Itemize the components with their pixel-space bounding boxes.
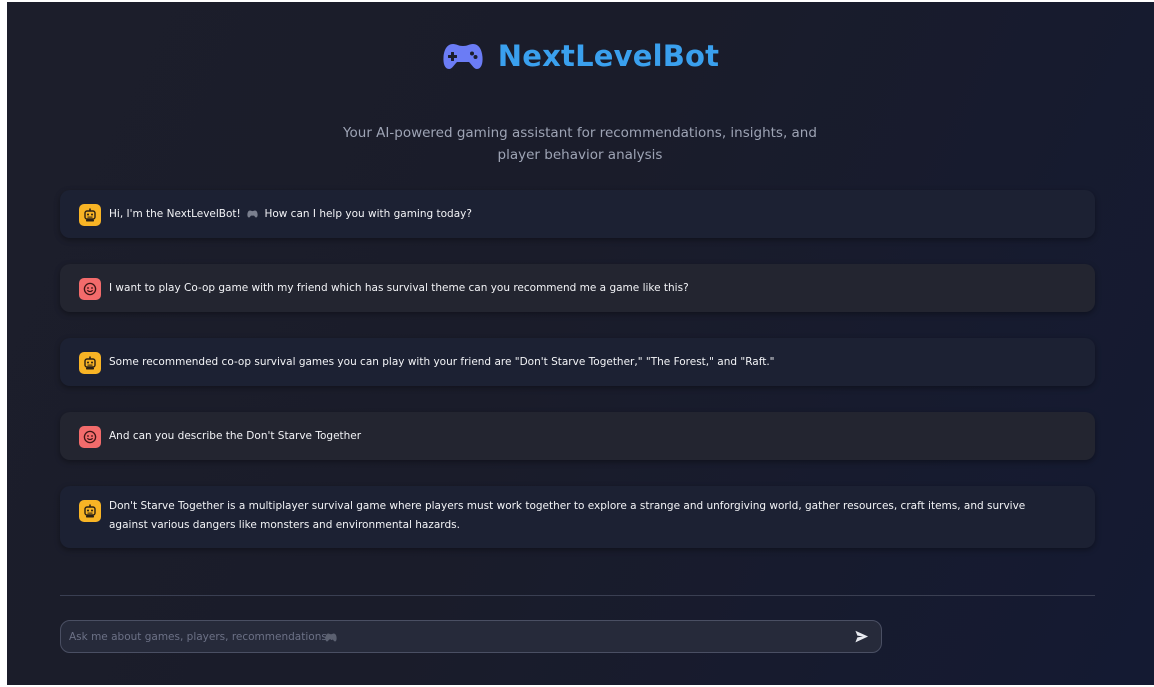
header: NextLevelBot: [7, 32, 1154, 80]
message-text: And can you describe the Don't Starve To…: [109, 430, 362, 442]
user-avatar: [79, 278, 101, 300]
robot-icon: [84, 208, 96, 222]
message-bot: Some recommended co-op survival games yo…: [60, 338, 1095, 386]
bot-avatar: [79, 500, 101, 522]
user-avatar: [79, 426, 101, 448]
chat-input-container: [60, 620, 882, 653]
divider: [60, 595, 1095, 596]
page-title: NextLevelBot: [497, 39, 720, 73]
send-icon: [854, 630, 868, 643]
smiley-icon: [83, 430, 97, 444]
gamepad-icon: [443, 44, 483, 69]
message-text: Some recommended co-op survival games yo…: [109, 356, 775, 368]
message-bot: Hi, I'm the NextLevelBot! How can I help…: [60, 190, 1095, 238]
robot-icon: [84, 504, 96, 518]
message-text-part: Hi, I'm the NextLevelBot!: [109, 208, 241, 220]
subtitle: Your AI-powered gaming assistant for rec…: [343, 125, 817, 163]
message-text: Don't Starve Together is a multiplayer s…: [109, 500, 1026, 531]
message-text: Hi, I'm the NextLevelBot! How can I help…: [109, 190, 472, 224]
bot-avatar: [79, 204, 101, 226]
chat-app: NextLevelBot Your AI-powered gaming assi…: [7, 2, 1154, 685]
smiley-icon: [83, 282, 97, 296]
send-button[interactable]: [845, 621, 877, 652]
message-user: And can you describe the Don't Starve To…: [60, 412, 1095, 460]
chat-input[interactable]: [61, 621, 845, 652]
robot-icon: [84, 356, 96, 370]
gamepad-icon: [247, 210, 258, 218]
message-user: I want to play Co-op game with my friend…: [60, 264, 1095, 312]
bot-avatar: [79, 352, 101, 374]
message-text: I want to play Co-op game with my friend…: [109, 282, 689, 294]
message-bot: Don't Starve Together is a multiplayer s…: [60, 486, 1095, 548]
message-text-part: How can I help you with gaming today?: [264, 208, 472, 220]
